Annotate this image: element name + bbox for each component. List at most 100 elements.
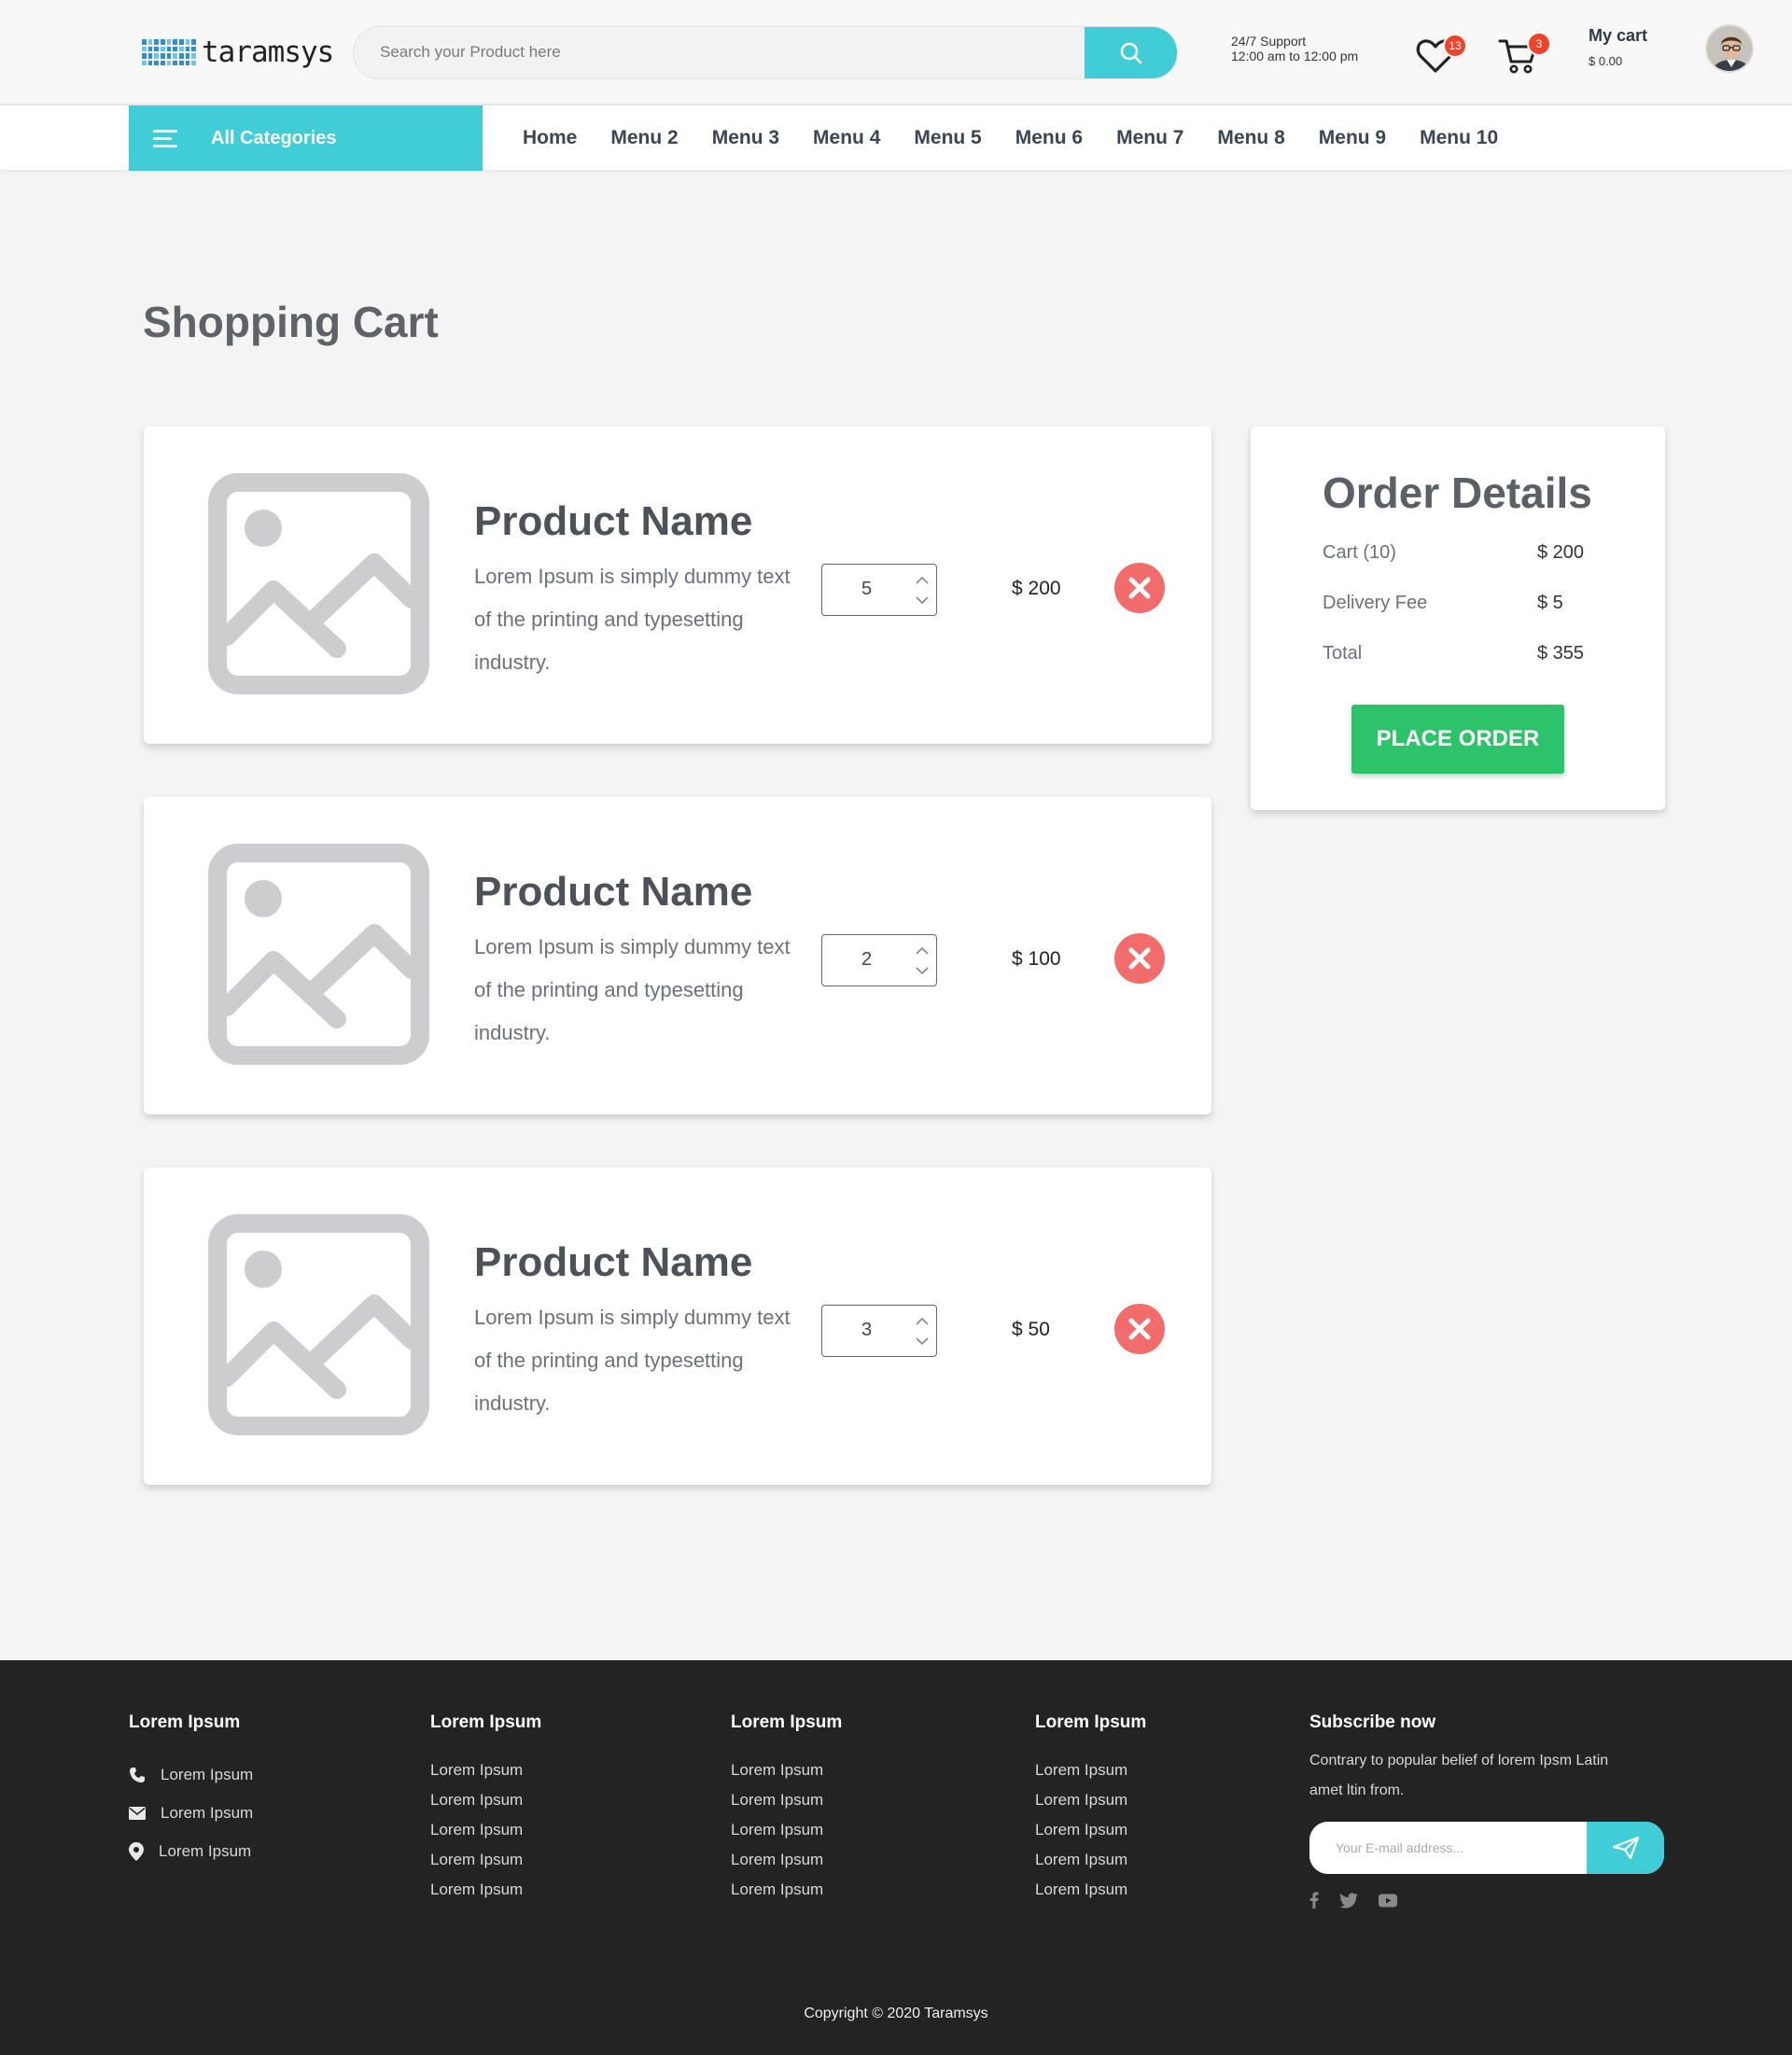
social-links bbox=[1309, 1892, 1418, 1913]
order-row-total: Total $ 355 bbox=[1323, 643, 1603, 664]
top-header: taramsys 24/7 Support 12:00 am to 12:00 … bbox=[0, 0, 1792, 105]
search-button[interactable] bbox=[1085, 27, 1177, 78]
nav-item-menu-8[interactable]: Menu 8 bbox=[1217, 127, 1284, 149]
order-row-value: $ 5 bbox=[1537, 593, 1563, 613]
product-description: Lorem Ipsum is simply dummy text of the … bbox=[474, 565, 791, 674]
logo-mark-icon bbox=[142, 39, 196, 65]
quantity-stepper[interactable]: 3 bbox=[821, 1305, 937, 1357]
footer-link[interactable]: Lorem Ipsum bbox=[430, 1875, 541, 1905]
order-row-cart: Cart (10) $ 200 bbox=[1323, 542, 1603, 564]
nav-item-home[interactable]: Home bbox=[523, 127, 577, 149]
chevron-down-icon[interactable] bbox=[914, 963, 931, 978]
map-pin-icon bbox=[129, 1841, 144, 1861]
search-bar bbox=[353, 26, 1178, 79]
footer-link[interactable]: Lorem Ipsum bbox=[731, 1755, 842, 1785]
cart-item: Product Name Lorem Ipsum is simply dummy… bbox=[144, 1167, 1211, 1485]
close-icon bbox=[1128, 577, 1151, 599]
quantity-stepper[interactable]: 5 bbox=[821, 564, 937, 616]
subscribe-text: Contrary to popular belief of lorem Ipsm… bbox=[1309, 1753, 1609, 1798]
image-placeholder-icon bbox=[208, 1214, 429, 1435]
copyright: Copyright © 2020 Taramsys bbox=[804, 2006, 988, 2021]
footer-contact-column: Lorem Ipsum Lorem Ipsum Lorem Ipsum Lore… bbox=[129, 1712, 253, 1870]
support-info: 24/7 Support 12:00 am to 12:00 pm bbox=[1231, 34, 1358, 63]
footer-link[interactable]: Lorem Ipsum bbox=[430, 1755, 541, 1785]
footer-location-link[interactable]: Lorem Ipsum bbox=[129, 1832, 253, 1870]
nav-item-menu-9[interactable]: Menu 9 bbox=[1319, 127, 1386, 149]
support-hours: 12:00 am to 12:00 pm bbox=[1231, 49, 1359, 63]
footer: Lorem Ipsum Lorem Ipsum Lorem Ipsum Lore… bbox=[0, 1660, 1792, 2055]
my-cart-summary[interactable]: My cart $ 0.00 bbox=[1589, 26, 1647, 68]
order-row-value: $ 200 bbox=[1537, 542, 1585, 563]
order-row-label: Delivery Fee bbox=[1323, 593, 1428, 613]
chevron-down-icon[interactable] bbox=[914, 593, 931, 608]
page-title: Shopping Cart bbox=[143, 298, 439, 346]
product-description: Lorem Ipsum is simply dummy text of the … bbox=[474, 1306, 791, 1415]
all-categories-button[interactable]: All Categories bbox=[129, 105, 483, 171]
subscribe-form bbox=[1309, 1822, 1664, 1874]
footer-link[interactable]: Lorem Ipsum bbox=[430, 1815, 541, 1845]
remove-item-button[interactable] bbox=[1114, 563, 1165, 613]
chevron-up-icon[interactable] bbox=[914, 943, 931, 958]
send-icon bbox=[1612, 1836, 1639, 1860]
order-row-label: Cart (10) bbox=[1323, 542, 1396, 563]
footer-link[interactable]: Lorem Ipsum bbox=[430, 1785, 541, 1815]
logo-text: taramsys bbox=[202, 35, 334, 69]
search-input[interactable] bbox=[354, 27, 1085, 77]
nav-item-menu-4[interactable]: Menu 4 bbox=[813, 127, 880, 149]
subscribe-title: Subscribe now bbox=[1309, 1712, 1436, 1732]
footer-column-title: Lorem Ipsum bbox=[731, 1712, 843, 1732]
nav-item-menu-7[interactable]: Menu 7 bbox=[1116, 127, 1183, 149]
cart-item: Product Name Lorem Ipsum is simply dummy… bbox=[144, 426, 1211, 744]
footer-link[interactable]: Lorem Ipsum bbox=[1035, 1845, 1146, 1875]
footer-link[interactable]: Lorem Ipsum bbox=[731, 1875, 842, 1905]
support-title: 24/7 Support bbox=[1231, 34, 1307, 49]
chevron-down-icon[interactable] bbox=[914, 1334, 931, 1349]
nav-item-menu-6[interactable]: Menu 6 bbox=[1015, 127, 1083, 149]
twitter-icon[interactable] bbox=[1339, 1892, 1358, 1913]
remove-item-button[interactable] bbox=[1114, 1304, 1165, 1354]
quantity-stepper[interactable]: 2 bbox=[821, 934, 937, 986]
chevron-up-icon[interactable] bbox=[914, 1313, 931, 1328]
chevron-up-icon[interactable] bbox=[914, 572, 931, 587]
footer-column-title: Lorem Ipsum bbox=[1035, 1712, 1147, 1732]
footer-link[interactable]: Lorem Ipsum bbox=[430, 1845, 541, 1875]
facebook-icon[interactable] bbox=[1309, 1892, 1319, 1913]
quantity-value: 2 bbox=[861, 949, 873, 970]
cart-item: Product Name Lorem Ipsum is simply dummy… bbox=[144, 797, 1211, 1114]
footer-link[interactable]: Lorem Ipsum bbox=[731, 1785, 842, 1815]
footer-link[interactable]: Lorem Ipsum bbox=[731, 1845, 842, 1875]
footer-links-column: Lorem Ipsum Lorem Ipsum Lorem Ipsum Lore… bbox=[430, 1712, 541, 1905]
footer-email-link[interactable]: Lorem Ipsum bbox=[129, 1794, 253, 1832]
youtube-icon[interactable] bbox=[1379, 1894, 1397, 1912]
my-cart-label: My cart bbox=[1589, 26, 1648, 45]
cart-button[interactable]: 3 bbox=[1497, 32, 1553, 78]
footer-phone-link[interactable]: Lorem Ipsum bbox=[129, 1755, 253, 1794]
remove-item-button[interactable] bbox=[1114, 933, 1165, 984]
product-description: Lorem Ipsum is simply dummy text of the … bbox=[474, 935, 791, 1044]
phone-icon bbox=[130, 1767, 145, 1782]
footer-link[interactable]: Lorem Ipsum bbox=[1035, 1785, 1146, 1815]
close-icon bbox=[1128, 947, 1151, 970]
footer-link[interactable]: Lorem Ipsum bbox=[1035, 1875, 1146, 1905]
logo[interactable]: taramsys bbox=[142, 35, 334, 69]
footer-link[interactable]: Lorem Ipsum bbox=[731, 1815, 842, 1845]
envelope-icon bbox=[129, 1806, 146, 1820]
quantity-value: 5 bbox=[861, 579, 873, 599]
product-name: Product Name bbox=[474, 498, 753, 544]
place-order-button[interactable]: PLACE ORDER bbox=[1351, 705, 1564, 774]
footer-link-label: Lorem Ipsum bbox=[161, 1765, 254, 1783]
nav-item-menu-10[interactable]: Menu 10 bbox=[1420, 127, 1498, 149]
nav-item-menu-2[interactable]: Menu 2 bbox=[610, 127, 678, 149]
nav-item-menu-5[interactable]: Menu 5 bbox=[914, 127, 981, 149]
email-field[interactable] bbox=[1309, 1822, 1586, 1874]
footer-link[interactable]: Lorem Ipsum bbox=[1035, 1755, 1146, 1785]
wishlist-button[interactable]: 13 bbox=[1415, 32, 1467, 78]
subscribe-button[interactable] bbox=[1587, 1822, 1664, 1874]
product-name: Product Name bbox=[474, 869, 753, 915]
avatar[interactable] bbox=[1705, 24, 1754, 73]
wishlist-count-badge: 13 bbox=[1443, 34, 1467, 58]
nav-item-menu-3[interactable]: Menu 3 bbox=[712, 127, 779, 149]
footer-column-title: Lorem Ipsum bbox=[430, 1712, 542, 1732]
footer-link[interactable]: Lorem Ipsum bbox=[1035, 1815, 1146, 1845]
product-price: $ 50 bbox=[1012, 1319, 1050, 1340]
